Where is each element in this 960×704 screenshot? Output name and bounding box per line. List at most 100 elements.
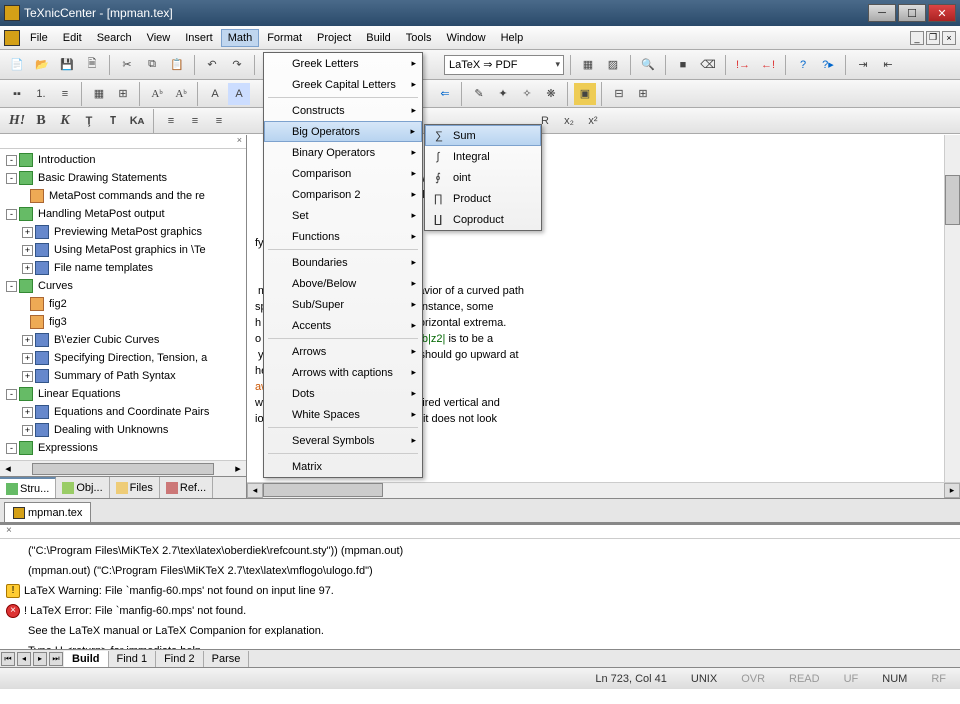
arrow-left-icon[interactable]: ⇐ xyxy=(434,83,456,105)
tree-item[interactable]: Using MetaPost graphics in \Te xyxy=(52,243,208,257)
menu-arrows-captions[interactable]: Arrows with captions▸ xyxy=(264,362,422,383)
panel-close-button[interactable]: × xyxy=(0,135,246,149)
open-button[interactable]: 📂 xyxy=(31,54,53,76)
tree-item[interactable]: fig2 xyxy=(47,297,69,311)
wizard1-icon[interactable]: ✦ xyxy=(492,83,514,105)
tree-item[interactable]: Introduction xyxy=(36,153,97,167)
cut-button[interactable]: ✂ xyxy=(116,54,138,76)
wizard3-icon[interactable]: ❋ xyxy=(540,83,562,105)
indent-button[interactable]: ⇥ xyxy=(852,54,874,76)
output-tab-parse[interactable]: Parse xyxy=(204,651,250,667)
tt-button[interactable]: T xyxy=(102,110,124,132)
output-tab-find1[interactable]: Find 1 xyxy=(109,651,157,667)
macro-button[interactable]: ▣ xyxy=(574,83,596,105)
output-nav-last[interactable]: ⏭ xyxy=(49,652,63,666)
output-tab-build[interactable]: Build xyxy=(64,651,109,667)
align-right-button[interactable]: ≡ xyxy=(208,110,230,132)
menu-big-operators[interactable]: Big Operators▸ xyxy=(264,121,422,142)
tree-item[interactable]: Basic Drawing Statements xyxy=(36,171,169,185)
menu-format[interactable]: Format xyxy=(260,29,309,47)
build-output[interactable]: ("C:\Program Files\MiKTeX 2.7\tex\latex\… xyxy=(0,539,960,649)
tree-item[interactable]: Curves xyxy=(36,279,75,293)
menu-boundaries[interactable]: Boundaries▸ xyxy=(264,252,422,273)
mdi-restore-button[interactable]: ❐ xyxy=(926,31,940,45)
output-nav-prev[interactable]: ◂ xyxy=(17,652,31,666)
tree-item[interactable]: File name templates xyxy=(52,261,155,275)
submenu-sum[interactable]: ∑Sum xyxy=(425,125,541,146)
tab-structure[interactable]: Stru... xyxy=(0,477,56,498)
clean-button[interactable]: ⌫ xyxy=(697,54,719,76)
menu-dots[interactable]: Dots▸ xyxy=(264,383,422,404)
maximize-button[interactable]: ☐ xyxy=(898,4,926,22)
editor-hscrollbar[interactable]: ◂▸ xyxy=(247,482,960,498)
submenu-product[interactable]: ∏Product xyxy=(425,188,541,209)
expand-icon[interactable]: - xyxy=(6,389,17,400)
menu-comparison2[interactable]: Comparison 2▸ xyxy=(264,184,422,205)
submenu-coproduct[interactable]: ∐Coproduct xyxy=(425,209,541,230)
output-nav-first[interactable]: ⏮ xyxy=(1,652,15,666)
menu-set[interactable]: Set▸ xyxy=(264,205,422,226)
outdent-button[interactable]: ⇤ xyxy=(877,54,899,76)
menu-functions[interactable]: Functions▸ xyxy=(264,226,422,247)
smallcaps-button[interactable]: Kᴀ xyxy=(126,110,148,132)
expand-icon[interactable]: + xyxy=(22,425,33,436)
menu-greek-capital[interactable]: Greek Capital Letters▸ xyxy=(264,74,422,95)
tree-item[interactable]: Handling MetaPost output xyxy=(36,207,167,221)
tree-item[interactable]: Linear Equations xyxy=(36,387,123,401)
copy-button[interactable]: ⧉ xyxy=(141,54,163,76)
menu-search[interactable]: Search xyxy=(90,29,139,47)
tab-files[interactable]: Files xyxy=(110,477,160,498)
tree-item[interactable]: Expressions xyxy=(36,441,100,455)
saveall-button[interactable]: 🗎 xyxy=(81,54,103,76)
menu-help[interactable]: Help xyxy=(494,29,531,47)
mdi-minimize-button[interactable]: _ xyxy=(910,31,924,45)
menu-view[interactable]: View xyxy=(140,29,178,47)
menu-white-spaces[interactable]: White Spaces▸ xyxy=(264,404,422,425)
table-button[interactable]: ▦ xyxy=(88,83,110,105)
menu-insert[interactable]: Insert xyxy=(178,29,220,47)
expand-icon[interactable]: + xyxy=(22,353,33,364)
stop-build-button[interactable]: ■ xyxy=(672,54,694,76)
tree-item[interactable]: B\'ezier Cubic Curves xyxy=(52,333,161,347)
expand-icon[interactable]: + xyxy=(22,335,33,346)
submenu-oint[interactable]: ∮oint xyxy=(425,167,541,188)
menu-file[interactable]: File xyxy=(23,29,55,47)
undo-button[interactable]: ↶ xyxy=(201,54,223,76)
text-color-button[interactable]: A xyxy=(204,83,226,105)
expand-icon[interactable]: + xyxy=(22,371,33,382)
structure-tree[interactable]: -Introduction -Basic Drawing Statements … xyxy=(0,149,246,460)
editor-vscrollbar[interactable] xyxy=(944,135,960,482)
tree-item[interactable]: Equations and Coordinate Pairs xyxy=(52,405,211,419)
emph-button[interactable]: H! xyxy=(6,110,28,132)
doc-tab-mpman[interactable]: mpman.tex xyxy=(4,502,91,522)
sans-button[interactable]: Ţ xyxy=(78,110,100,132)
paste-button[interactable]: 📋 xyxy=(166,54,188,76)
save-button[interactable]: 💾 xyxy=(56,54,78,76)
tabular-button[interactable]: ⊞ xyxy=(112,83,134,105)
tab-references[interactable]: Ref... xyxy=(160,477,213,498)
menu-constructs[interactable]: Constructs▸ xyxy=(264,100,422,121)
tree-item[interactable]: Specifying Direction, Tension, a xyxy=(52,351,209,365)
close-button[interactable]: ✕ xyxy=(928,4,956,22)
toggle2-button[interactable]: ⊞ xyxy=(632,83,654,105)
tab-objects[interactable]: Obj... xyxy=(56,477,109,498)
description-button[interactable]: ≡ xyxy=(54,83,76,105)
output-close-button[interactable]: × xyxy=(0,525,960,539)
italic-k-button[interactable]: K xyxy=(54,110,76,132)
align-left-button[interactable]: ≡ xyxy=(160,110,182,132)
menu-accents[interactable]: Accents▸ xyxy=(264,315,422,336)
output-profile-combo[interactable]: LaTeX ⇒ PDF xyxy=(444,55,564,75)
tree-item[interactable]: Summary of Path Syntax xyxy=(52,369,178,383)
menu-build[interactable]: Build xyxy=(359,29,397,47)
expand-icon[interactable]: - xyxy=(6,443,17,454)
menu-arrows[interactable]: Arrows▸ xyxy=(264,341,422,362)
new-button[interactable]: 📄 xyxy=(6,54,28,76)
menu-sub-super[interactable]: Sub/Super▸ xyxy=(264,294,422,315)
menu-math[interactable]: Math xyxy=(221,29,259,47)
menu-comparison[interactable]: Comparison▸ xyxy=(264,163,422,184)
expand-icon[interactable]: + xyxy=(22,407,33,418)
bold-button[interactable]: B xyxy=(30,110,52,132)
font-button[interactable]: Aᵇ xyxy=(146,83,168,105)
sub-icon[interactable]: x₂ xyxy=(558,110,580,132)
menu-window[interactable]: Window xyxy=(439,29,492,47)
